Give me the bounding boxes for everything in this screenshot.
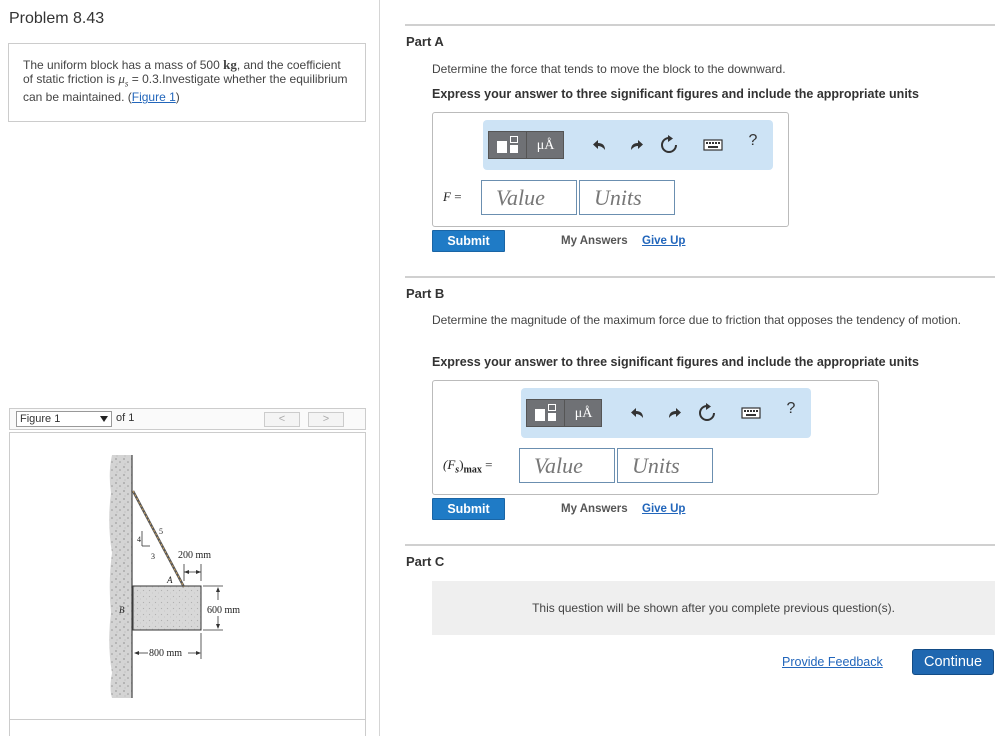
part-a-variable: F = — [443, 189, 462, 205]
figure-select[interactable]: Figure 1 — [16, 411, 112, 427]
part-b-value-input[interactable] — [519, 448, 615, 483]
continue-button[interactable]: Continue — [912, 649, 994, 675]
part-a-question: Determine the force that tends to move t… — [432, 62, 786, 76]
keyboard-icon[interactable] — [703, 135, 723, 155]
templates-icon[interactable] — [489, 132, 527, 158]
redo-icon[interactable] — [663, 403, 683, 423]
figure-link[interactable]: Figure 1 — [132, 90, 176, 104]
slope-5: 5 — [159, 527, 163, 536]
part-b-template-group: μÅ — [526, 399, 602, 427]
part-b-instruction: Express your answer to three significant… — [432, 355, 919, 369]
help-icon[interactable]: ? — [745, 132, 761, 150]
part-b-var-open: (F — [443, 457, 456, 472]
part-c-label: Part C — [406, 554, 445, 569]
dim-top-label: 200 mm — [178, 550, 211, 561]
label-a: A — [166, 575, 173, 585]
dim-bottom-label: 800 mm — [149, 648, 182, 659]
mass-unit: kg — [223, 57, 237, 72]
part-a-eq: = — [450, 189, 462, 204]
chevron-down-icon — [100, 416, 108, 422]
part-b-variable: (Fs)max = — [443, 457, 492, 476]
divider — [405, 276, 995, 278]
part-a-my-answers[interactable]: My Answers — [561, 235, 628, 247]
part-b-question: Determine the magnitude of the maximum f… — [432, 313, 961, 327]
part-c-locked-notice: This question will be shown after you co… — [432, 581, 995, 635]
problem-statement: The uniform block has a mass of 500 kg, … — [8, 43, 366, 122]
label-b: B — [119, 605, 125, 615]
block — [132, 585, 202, 631]
slope-4: 4 — [137, 535, 141, 544]
problem-title: Problem 8.43 — [9, 10, 105, 27]
prev-figure-button[interactable]: < — [264, 412, 300, 427]
divider — [405, 24, 995, 26]
symbols-icon[interactable]: μÅ — [527, 132, 564, 158]
part-a-answer-box: μÅ ? F = — [432, 112, 789, 227]
part-a-give-up-link[interactable]: Give Up — [642, 235, 685, 247]
figure-toolbar: Figure 1 of 1 < > — [9, 408, 366, 430]
part-b-math-toolbar: μÅ ? — [521, 388, 811, 438]
part-a-value-input[interactable] — [481, 180, 577, 215]
part-a-label: Part A — [406, 34, 444, 49]
part-b-label: Part B — [406, 286, 445, 301]
part-b-submit-button[interactable]: Submit — [432, 498, 505, 520]
part-b-eq: = — [481, 457, 493, 472]
dim-side-label: 600 mm — [207, 605, 240, 616]
templates-icon[interactable] — [527, 400, 565, 426]
slope-3: 3 — [151, 552, 155, 561]
keyboard-icon[interactable] — [741, 403, 761, 423]
help-icon[interactable]: ? — [783, 400, 799, 418]
part-a-submit-button[interactable]: Submit — [432, 230, 505, 252]
redo-icon[interactable] — [625, 135, 645, 155]
figure-footer — [9, 719, 366, 736]
undo-icon[interactable] — [591, 135, 611, 155]
questions-panel: Part A Determine the force that tends to… — [381, 0, 999, 736]
figure-select-value: Figure 1 — [20, 413, 61, 425]
part-b-var-max: max — [463, 464, 482, 476]
problem-panel: Problem 8.43 The uniform block has a mas… — [0, 0, 380, 736]
figure-canvas: 4 3 5 200 mm A B 600 mm 800 mm — [9, 432, 366, 720]
reset-icon[interactable] — [697, 403, 717, 423]
next-figure-button[interactable]: > — [308, 412, 344, 427]
divider — [405, 544, 995, 546]
provide-feedback-link[interactable]: Provide Feedback — [782, 655, 883, 669]
part-a-template-group: μÅ — [488, 131, 564, 159]
part-b-give-up-link[interactable]: Give Up — [642, 503, 685, 515]
undo-icon[interactable] — [629, 403, 649, 423]
part-b-my-answers[interactable]: My Answers — [561, 503, 628, 515]
part-a-instruction: Express your answer to three significant… — [432, 87, 919, 101]
part-a-math-toolbar: μÅ ? — [483, 120, 773, 170]
block-diagram: 4 3 5 200 mm A B 600 mm 800 mm — [109, 455, 240, 698]
part-a-units-input[interactable] — [579, 180, 675, 215]
symbols-icon[interactable]: μÅ — [565, 400, 602, 426]
problem-text-1: The uniform block has a mass of 500 — [23, 58, 224, 72]
part-a-var: F — [443, 189, 451, 204]
wall — [109, 455, 132, 698]
part-b-answer-box: μÅ ? (Fs)max = — [432, 380, 879, 495]
reset-icon[interactable] — [659, 135, 679, 155]
figure-count: of 1 — [116, 412, 135, 424]
problem-text-4: ) — [175, 90, 180, 105]
part-b-units-input[interactable] — [617, 448, 713, 483]
